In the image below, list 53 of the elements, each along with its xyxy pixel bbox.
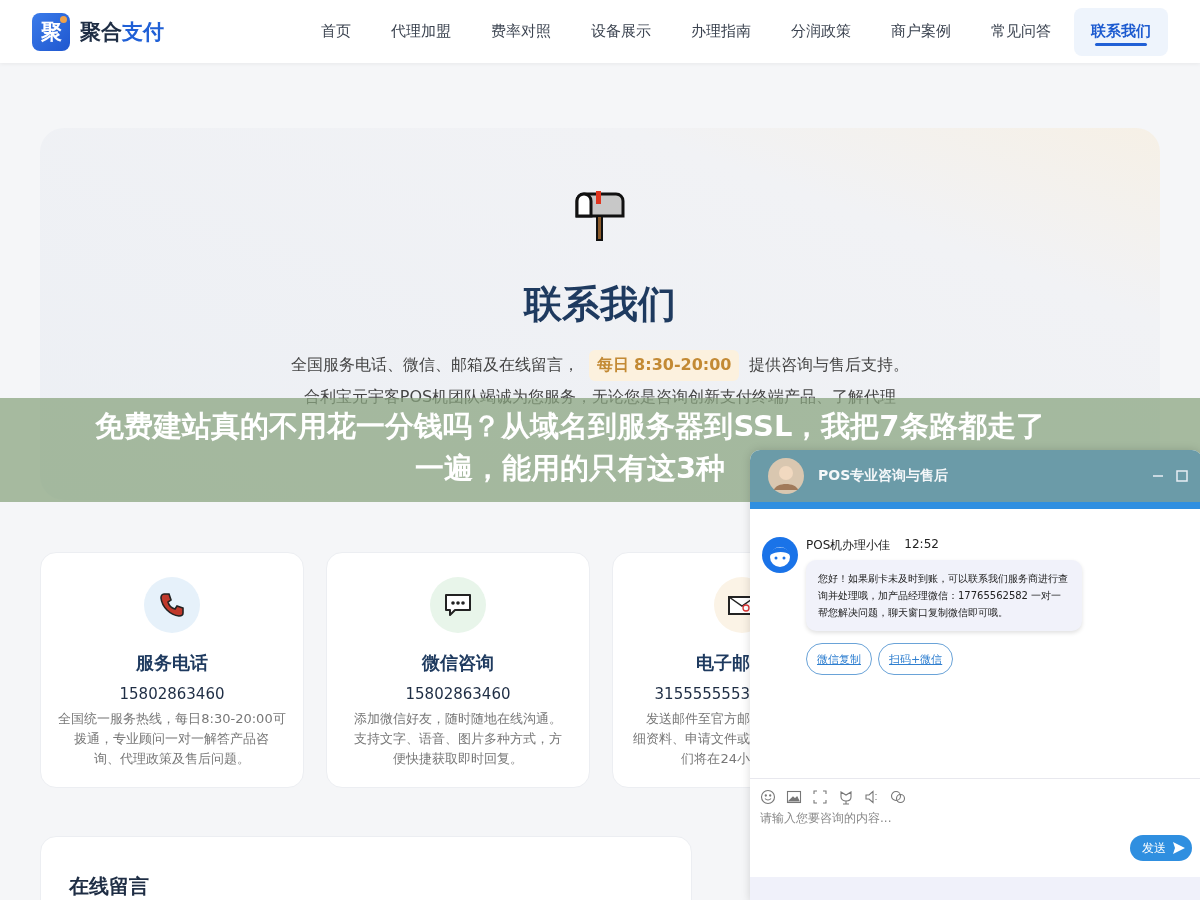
intro-paragraph: 合利宝元宇客POS机团队竭诚为您服务，无论您是咨询创新支付终端产品、了解代理	[303, 386, 897, 408]
avatar-icon	[768, 458, 804, 494]
send-icon	[1172, 841, 1186, 855]
nav-link[interactable]: 代理加盟	[374, 7, 468, 56]
nav-link[interactable]: 办理指南	[674, 7, 768, 56]
card-value: 15802863460	[119, 685, 225, 703]
action-button[interactable]: 扫码+微信	[878, 643, 954, 675]
page-title: 联系我们	[524, 282, 676, 328]
logo-icon[interactable]: 聚	[32, 12, 70, 51]
nav-link[interactable]: 商户案例	[874, 7, 968, 56]
chat-bubbles-icon[interactable]	[890, 789, 906, 805]
hours-badge: 每日 8:30-20:00	[588, 349, 740, 381]
nav-link[interactable]: 常见问答	[974, 7, 1068, 56]
nav-link[interactable]: 费率对照	[474, 7, 568, 56]
message-time: 12:52	[904, 537, 939, 553]
card-description: 支持文字、语音、图片多种方式，方	[354, 730, 562, 748]
agent-name: POS机办理小佳	[806, 537, 891, 554]
card-description: 便快捷获取即时回复。	[393, 750, 523, 768]
card-description: 添加微信好友，随时随地在线沟通。	[354, 710, 562, 728]
card-title: 电子邮	[696, 651, 750, 675]
agent-avatar-icon	[762, 537, 798, 573]
message-input[interactable]: 请输入您要咨询的内容...	[760, 811, 1130, 825]
banner-title: 一遍，能用的只有这3种	[414, 450, 726, 487]
card-description: 拨通，专业顾问一对一解答产品咨	[74, 730, 270, 748]
card-description: 全国统一服务热线，每日8:30-20:00可	[58, 710, 286, 728]
card-description: 们将在24小	[681, 750, 750, 768]
mailbox-icon	[574, 190, 626, 242]
card-value: 15802863460	[405, 685, 511, 703]
nav-link[interactable]: 分润政策	[774, 7, 868, 56]
message-bubble: 您好！如果刷卡未及时到账，可以联系我们服务商进行查询并处理哦，加产品经理微信：17765562582 一对一帮您解决问题，聊天窗口复制微信即可哦。	[806, 560, 1082, 631]
speaker-icon[interactable]	[864, 789, 880, 805]
section-title: 在线留言	[69, 874, 149, 898]
nav-link[interactable]: 设备展示	[574, 7, 668, 56]
banner-title: 免费建站真的不用花一分钱吗？从域名到服务器到SSL，我把7条路都走了	[95, 408, 1045, 445]
intro-text: 全国服务电话、微信、邮箱及在线留言，	[290, 354, 579, 376]
action-button[interactable]: 微信复制	[806, 643, 872, 675]
maximize-icon[interactable]	[1176, 470, 1188, 482]
card-description: 询、代理政策及售后问题。	[94, 750, 250, 768]
nav-link[interactable]: 联系我们	[1074, 7, 1168, 56]
chat-title: POS专业咨询与售后	[818, 467, 949, 485]
card-title: 服务电话	[136, 651, 208, 675]
intro-text: 提供咨询与售后支持。	[749, 354, 910, 376]
chat-bubble-icon	[443, 591, 473, 619]
nav-link[interactable]: 首页	[304, 7, 368, 56]
card-description: 发送邮件至官方邮	[646, 710, 750, 728]
card-description: 细资料、申请文件或	[633, 730, 750, 748]
brand-name[interactable]: 聚合支付	[80, 17, 164, 46]
smiley-icon[interactable]	[760, 789, 776, 805]
phone-icon	[158, 591, 186, 619]
card-value: 3155555553	[654, 685, 750, 703]
card-title: 微信咨询	[422, 651, 494, 675]
flower-icon[interactable]	[838, 789, 854, 805]
image-icon[interactable]	[786, 789, 802, 805]
